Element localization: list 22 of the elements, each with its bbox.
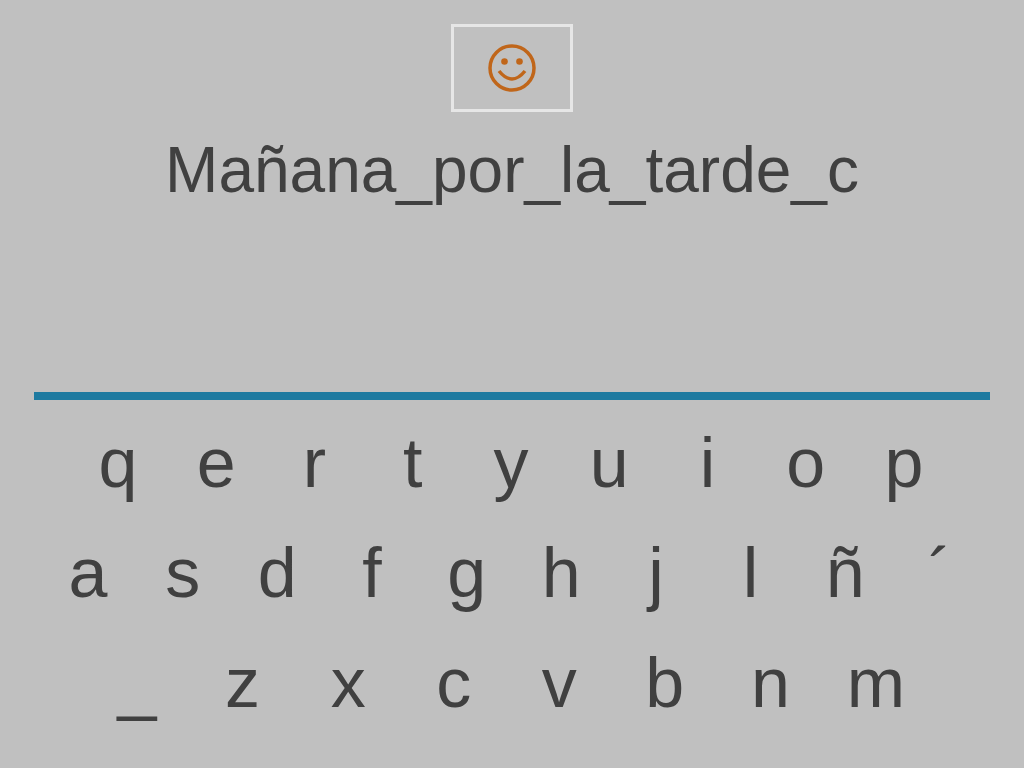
letter-key[interactable]: ñ	[810, 538, 881, 608]
letter-key[interactable]: l	[715, 538, 786, 608]
letter-key[interactable]: r	[279, 428, 350, 498]
letter-key[interactable]: c	[418, 648, 489, 718]
letter-key[interactable]: s	[147, 538, 218, 608]
letter-key[interactable]: e	[181, 428, 252, 498]
letter-key[interactable]: u	[574, 428, 645, 498]
letter-key[interactable]: d	[242, 538, 313, 608]
letter-key[interactable]: t	[377, 428, 448, 498]
letter-key[interactable]: b	[629, 648, 700, 718]
letter-key[interactable]: a	[53, 538, 123, 608]
letter-key[interactable]: x	[313, 648, 384, 718]
letter-key[interactable]: h	[526, 538, 597, 608]
letter-key[interactable]: f	[336, 538, 407, 608]
smiley-icon	[487, 43, 537, 93]
letter-key[interactable]: i	[672, 428, 743, 498]
letter-key[interactable]: o	[770, 428, 841, 498]
letter-key[interactable]: z	[207, 648, 278, 718]
letter-key[interactable]: v	[524, 648, 595, 718]
letter-key[interactable]: ´	[904, 538, 975, 608]
letter-key[interactable]: m	[840, 648, 911, 718]
letter-key[interactable]: n	[735, 648, 806, 718]
